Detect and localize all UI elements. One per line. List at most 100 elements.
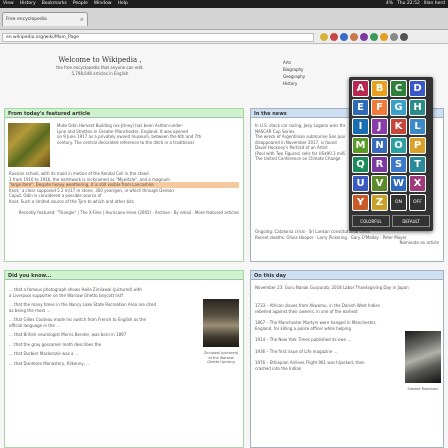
otd-photo[interactable] <box>405 331 441 383</box>
letter-key-y[interactable]: Y <box>352 194 369 211</box>
did-you-know-panel: Did you know... ... that a famous photog… <box>4 270 244 448</box>
menu-view[interactable]: View <box>3 0 14 8</box>
menu-bar: View History Bookmarks People Window Hel… <box>0 0 448 8</box>
welcome-title: Welcome to Wikipedia , <box>58 56 142 64</box>
letter-key-r[interactable]: R <box>371 156 388 173</box>
letter-key-m[interactable]: M <box>352 137 369 154</box>
browser-tab[interactable]: Free encyclopedia × <box>2 12 88 26</box>
portal-link[interactable]: History <box>283 81 353 86</box>
letter-key-e[interactable]: E <box>352 99 369 116</box>
event-item[interactable]: England, for killing a police officer wh… <box>255 326 397 332</box>
tab-bar: Free encyclopedia × <box>0 8 448 30</box>
letter-key-b[interactable]: B <box>371 80 388 97</box>
extension-icon[interactable] <box>350 33 358 41</box>
event-item[interactable]: 1936 – The first issue of Life magazine … <box>255 349 397 355</box>
extension-icon[interactable] <box>390 33 398 41</box>
letter-key-c[interactable]: C <box>390 80 407 97</box>
letter-key-p[interactable]: P <box>409 137 426 154</box>
extension-icon[interactable] <box>360 33 368 41</box>
tab-title: Free encyclopedia <box>6 17 47 22</box>
full-article-link[interactable]: Knot. Such a limited source of the Tyre … <box>9 199 239 205</box>
fact-item[interactable]: official language in the ... <box>9 323 191 329</box>
alphabet-color-popup: A B C D E F G H I J K L M N O P Q R S T U V W X Y Z ON OFF COLORFUL… <box>349 77 433 231</box>
letter-key-grid: A B C D E F G H I J K L M N O P Q R S T U V W X Y Z ON OFF <box>352 80 426 211</box>
event-item[interactable]: 1867 – The Manchester Martyrs were hange… <box>255 320 397 326</box>
portal-list: Arts Biography Geography History <box>283 60 353 88</box>
letter-key-w[interactable]: W <box>390 175 407 192</box>
welcome-banner: Welcome to Wikipedia , the free encyclop… <box>20 56 180 76</box>
profile-icon[interactable] <box>400 33 408 41</box>
letter-key-l[interactable]: L <box>409 118 426 135</box>
letter-key-j[interactable]: J <box>371 118 388 135</box>
event-item[interactable]: 1733 – African slaves from Akwamu, in th… <box>255 303 397 309</box>
featured-article-text: Mute Odin Harvest Building (ex-Jitney) h… <box>53 121 243 147</box>
letter-key-g[interactable]: G <box>390 99 407 116</box>
recently-featured[interactable]: Recently featured: "Triangle" | The X-Fi… <box>9 210 239 216</box>
extension-icon[interactable] <box>330 33 338 41</box>
letter-key-d[interactable]: D <box>409 80 426 97</box>
menu-bookmarks[interactable]: Bookmarks <box>42 0 67 8</box>
letter-key-off[interactable]: OFF <box>409 194 426 211</box>
featured-article-header: From today's featured article <box>5 109 243 118</box>
letter-key-k[interactable]: K <box>390 118 407 135</box>
dyk-photo[interactable] <box>203 299 239 347</box>
letter-key-a[interactable]: A <box>352 80 369 97</box>
on-this-day-text: 1733 – African slaves from Akwamu, in th… <box>251 301 401 373</box>
fact-item[interactable]: a Liverpool supporter on the Warsaw Ghet… <box>9 293 191 299</box>
extension-icons <box>320 33 408 41</box>
user-name[interactable]: Illan herd <box>424 0 445 8</box>
dyk-photo-caption: Zirniawai (pictured) at the Warsaw Ghett… <box>203 351 239 364</box>
news-item[interactable]: The United Conference on Climate Change <box>255 156 345 162</box>
address-bar[interactable]: en.wikipedia.org/wiki/Main_Page <box>2 33 314 42</box>
news-item[interactable]: In U.S. stock car racing, Joey Logano wi… <box>255 123 345 129</box>
colorful-mode-button[interactable]: COLORFUL <box>352 215 390 227</box>
letter-key-s[interactable]: S <box>390 156 407 173</box>
did-you-know-text: ... that a famous photograph shows Haile… <box>5 285 195 368</box>
letter-key-o[interactable]: O <box>390 137 407 154</box>
fact-item[interactable]: ... that the gray gossamer moth describe… <box>9 342 191 348</box>
portal-link[interactable]: Arts <box>283 60 353 65</box>
default-mode-button[interactable]: DEFAULT <box>392 215 430 227</box>
letter-key-q[interactable]: Q <box>352 156 369 173</box>
welcome-subtitle: the free encyclopedia that anyone can ed… <box>56 65 144 70</box>
star-icon[interactable] <box>320 33 328 41</box>
event-item[interactable]: crashed into the Indian <box>255 366 397 372</box>
fact-item[interactable]: ... that British neurologist Morris Bend… <box>9 332 191 338</box>
letter-key-z[interactable]: Z <box>371 194 388 211</box>
event-item[interactable]: rebelled against their owners, in one of… <box>255 309 397 315</box>
letter-key-h[interactable]: H <box>409 99 426 116</box>
menu-people[interactable]: People <box>73 0 88 8</box>
letter-key-n[interactable]: N <box>371 137 388 154</box>
menu-help[interactable]: Help <box>118 0 128 8</box>
letter-key-x[interactable]: X <box>409 175 426 192</box>
extension-icon[interactable] <box>370 33 378 41</box>
fact-item[interactable]: ... that Dunmore Monastery, Kilkenny, ..… <box>9 361 191 367</box>
portal-link[interactable]: Geography <box>283 74 353 79</box>
letter-key-t[interactable]: T <box>409 156 426 173</box>
extension-icon[interactable] <box>380 33 388 41</box>
featured-article-image[interactable] <box>8 123 50 167</box>
did-you-know-header: Did you know... <box>5 271 243 280</box>
close-tab-icon[interactable]: × <box>80 17 84 23</box>
otd-date-line: November 23: Guru Nanak Gurpurab; 2018 L… <box>255 285 409 290</box>
event-item[interactable]: 1914 – The New York Times published its … <box>255 337 397 343</box>
clock: Thu 22:52 <box>397 1 420 6</box>
fact-item[interactable]: ... that Durbier Mackenzie was a ... <box>9 351 191 357</box>
extension-icon[interactable] <box>340 33 348 41</box>
on-this-day-header: On this day <box>251 271 443 280</box>
on-this-day-panel: On this day November 23: Guru Nanak Gurp… <box>250 270 444 448</box>
letter-key-f[interactable]: F <box>371 99 388 116</box>
article-count: 5,798,648 articles in English <box>71 71 129 76</box>
fact-item[interactable]: as being the most ... <box>9 308 191 314</box>
menu-history[interactable]: History <box>20 0 36 8</box>
menu-window[interactable]: Window <box>94 0 112 8</box>
letter-key-on[interactable]: ON <box>390 194 407 211</box>
otd-photo-caption: Edward Rawsham <box>407 387 439 391</box>
nominate-link[interactable]: Nominate an article <box>255 240 439 246</box>
portal-link[interactable]: Biography <box>283 67 353 72</box>
letter-key-i[interactable]: I <box>352 118 369 135</box>
letter-key-v[interactable]: V <box>371 175 388 192</box>
letter-key-u[interactable]: U <box>352 175 369 192</box>
news-item[interactable]: The wreck of Argentinian submarine San J… <box>255 134 345 140</box>
text-line: century. The central decorated reference… <box>57 139 194 145</box>
